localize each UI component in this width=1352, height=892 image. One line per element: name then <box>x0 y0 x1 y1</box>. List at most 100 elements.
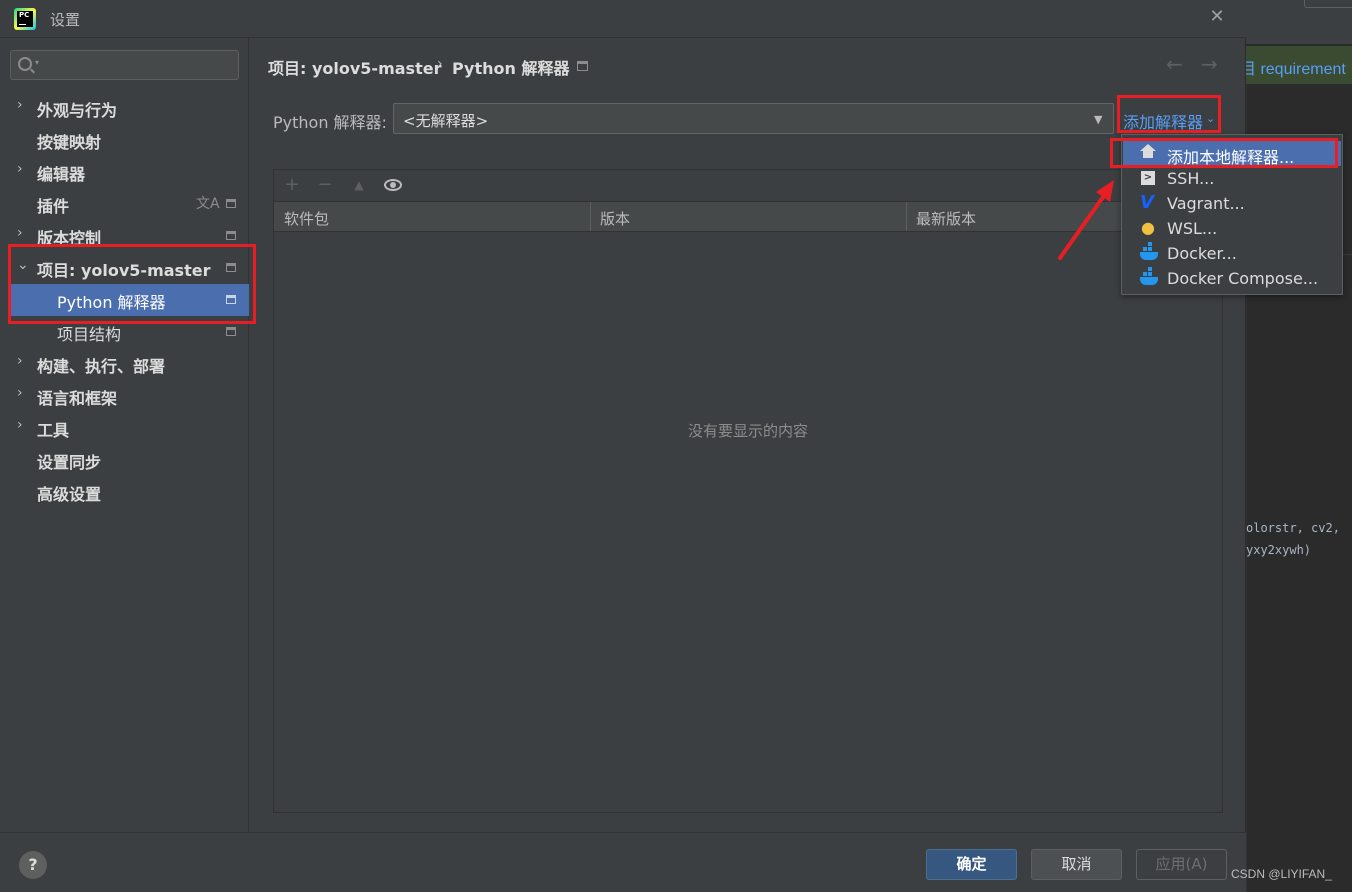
add-interpreter-menu: 添加本地解释器... > SSH... V Vagrant... ● WSL..… <box>1121 134 1343 295</box>
settings-sidebar: ▾ › 外观与行为 按键映射 › 编辑器 插件 文A › 版本控制 ⌄ 项目: … <box>0 38 249 832</box>
menu-item-docker[interactable]: Docker... <box>1123 241 1341 266</box>
chevron-right-icon: › <box>17 161 23 177</box>
chevron-right-icon: › <box>17 97 23 113</box>
vagrant-icon: V <box>1140 192 1154 213</box>
sidebar-item-build[interactable]: › 构建、执行、部署 <box>0 348 249 380</box>
add-package-icon[interactable]: + <box>282 174 302 195</box>
menu-item-ssh[interactable]: > SSH... <box>1123 166 1341 191</box>
dialog-footer: ? 确定 取消 应用(A) <box>0 832 1246 892</box>
sidebar-item-label: 构建、执行、部署 <box>37 357 166 376</box>
sidebar-item-project[interactable]: ⌄ 项目: yolov5-master <box>0 252 249 284</box>
project-scope-icon <box>226 295 236 304</box>
watermark-text: CSDN @LIYIFAN_ <box>1231 867 1332 881</box>
background-code-line: olorstr, cv2, <box>1246 521 1340 535</box>
docker-icon <box>1140 267 1158 285</box>
background-code-line: yxy2xywh) <box>1246 543 1312 557</box>
forward-arrow-icon[interactable]: → <box>1201 52 1218 76</box>
background-toolbar-button <box>1304 0 1352 8</box>
sidebar-item-python-interpreter[interactable]: Python 解释器 <box>10 284 249 316</box>
empty-table-message: 没有要显示的内容 <box>687 422 808 440</box>
ssh-terminal-icon: > <box>1141 171 1155 185</box>
interpreter-select[interactable]: <无解释器> ▼ <box>393 103 1114 134</box>
menu-item-label: Docker Compose... <box>1167 269 1319 288</box>
sidebar-item-label: 外观与行为 <box>37 101 118 120</box>
pycharm-logo-icon: PC <box>14 8 36 30</box>
back-arrow-icon[interactable]: ← <box>1166 52 1183 76</box>
menu-item-wsl[interactable]: ● WSL... <box>1123 216 1341 241</box>
chevron-down-icon: ▼ <box>1094 113 1103 126</box>
sidebar-item-tools[interactable]: › 工具 <box>0 412 249 444</box>
chevron-down-icon: ⌄ <box>1206 112 1216 125</box>
chevron-right-icon: › <box>17 353 23 369</box>
project-scope-icon <box>226 327 236 336</box>
sidebar-item-label: 工具 <box>37 421 70 440</box>
background-banner-text: 目 requirement <box>1240 61 1346 78</box>
column-divider[interactable] <box>590 202 591 231</box>
cancel-button[interactable]: 取消 <box>1031 849 1122 880</box>
sidebar-item-label: 版本控制 <box>37 229 102 248</box>
remove-package-icon[interactable]: − <box>315 174 335 195</box>
close-icon[interactable]: ✕ <box>1206 6 1228 28</box>
search-icon <box>18 57 32 71</box>
project-scope-icon <box>226 263 236 272</box>
sidebar-item-advanced[interactable]: 高级设置 <box>0 476 249 508</box>
settings-dialog: PC 设置 ✕ ▾ › 外观与行为 按键映射 › 编辑器 插件 文A › 版本控… <box>0 0 1246 892</box>
chevron-right-icon: › <box>17 385 23 401</box>
sidebar-item-settings-sync[interactable]: 设置同步 <box>0 444 249 476</box>
window-title: 设置 <box>50 11 81 29</box>
sidebar-item-version-control[interactable]: › 版本控制 <box>0 220 249 252</box>
home-icon <box>1140 144 1156 151</box>
sidebar-item-label: 插件 <box>37 197 70 216</box>
column-header-latest-version[interactable]: 最新版本 <box>916 208 976 229</box>
linux-icon: ● <box>1141 218 1155 237</box>
apply-button[interactable]: 应用(A) <box>1136 849 1227 880</box>
docker-icon <box>1140 242 1158 260</box>
ok-button[interactable]: 确定 <box>926 849 1017 880</box>
sidebar-item-label: 语言和框架 <box>37 389 118 408</box>
sidebar-item-label: 按键映射 <box>37 133 102 152</box>
breadcrumb-current: Python 解释器 <box>452 59 570 78</box>
menu-item-label: 添加本地解释器... <box>1167 148 1295 167</box>
interpreter-select-value: <无解释器> <box>403 112 489 130</box>
menu-item-label: Vagrant... <box>1167 194 1245 213</box>
chevron-down-icon: ⌄ <box>17 257 29 273</box>
sidebar-item-label: 设置同步 <box>37 453 102 472</box>
eye-icon[interactable] <box>384 179 402 191</box>
menu-item-vagrant[interactable]: V Vagrant... <box>1123 191 1341 216</box>
home-icon-base <box>1143 151 1153 158</box>
sidebar-item-editor[interactable]: › 编辑器 <box>0 156 249 188</box>
breadcrumb-project: 项目: yolov5-master <box>268 59 442 78</box>
sidebar-item-appearance[interactable]: › 外观与行为 <box>0 92 249 124</box>
menu-item-add-local-interpreter[interactable]: 添加本地解释器... <box>1123 141 1341 167</box>
sidebar-item-label: 项目: yolov5-master <box>37 261 211 280</box>
packages-panel: + − ▲ 软件包 版本 最新版本 没有要显示的内容 <box>273 169 1223 813</box>
packages-toolbar: + − ▲ <box>274 170 1222 201</box>
title-bar: PC 设置 ✕ <box>0 0 1246 38</box>
settings-search-box[interactable]: ▾ <box>10 50 239 80</box>
interpreter-label: Python 解释器: <box>273 113 387 132</box>
chevron-right-icon: › <box>17 417 23 433</box>
help-button[interactable]: ? <box>19 851 47 879</box>
column-divider[interactable] <box>906 202 907 231</box>
packages-table-header: 软件包 版本 最新版本 <box>274 201 1222 232</box>
sidebar-item-keymap[interactable]: 按键映射 <box>0 124 249 156</box>
sidebar-item-label: Python 解释器 <box>57 293 166 312</box>
column-header-version[interactable]: 版本 <box>600 208 630 229</box>
sidebar-item-label: 项目结构 <box>57 325 122 344</box>
menu-item-docker-compose[interactable]: Docker Compose... <box>1123 266 1341 291</box>
project-scope-icon <box>577 61 588 71</box>
project-scope-icon <box>226 199 236 208</box>
sidebar-item-project-structure[interactable]: 项目结构 <box>0 316 249 348</box>
sidebar-item-label: 高级设置 <box>37 485 102 504</box>
sidebar-item-label: 编辑器 <box>37 165 86 184</box>
upgrade-package-icon[interactable]: ▲ <box>349 178 369 192</box>
add-interpreter-link[interactable]: 添加解释器 <box>1123 109 1203 133</box>
menu-item-label: Docker... <box>1167 244 1237 263</box>
translate-icon: 文A <box>196 196 220 212</box>
sidebar-item-plugins[interactable]: 插件 文A <box>0 188 249 220</box>
breadcrumb-separator: › <box>437 56 443 72</box>
settings-search-input[interactable] <box>45 55 235 75</box>
column-header-package[interactable]: 软件包 <box>284 208 329 229</box>
sidebar-item-languages[interactable]: › 语言和框架 <box>0 380 249 412</box>
menu-item-label: SSH... <box>1167 169 1215 188</box>
